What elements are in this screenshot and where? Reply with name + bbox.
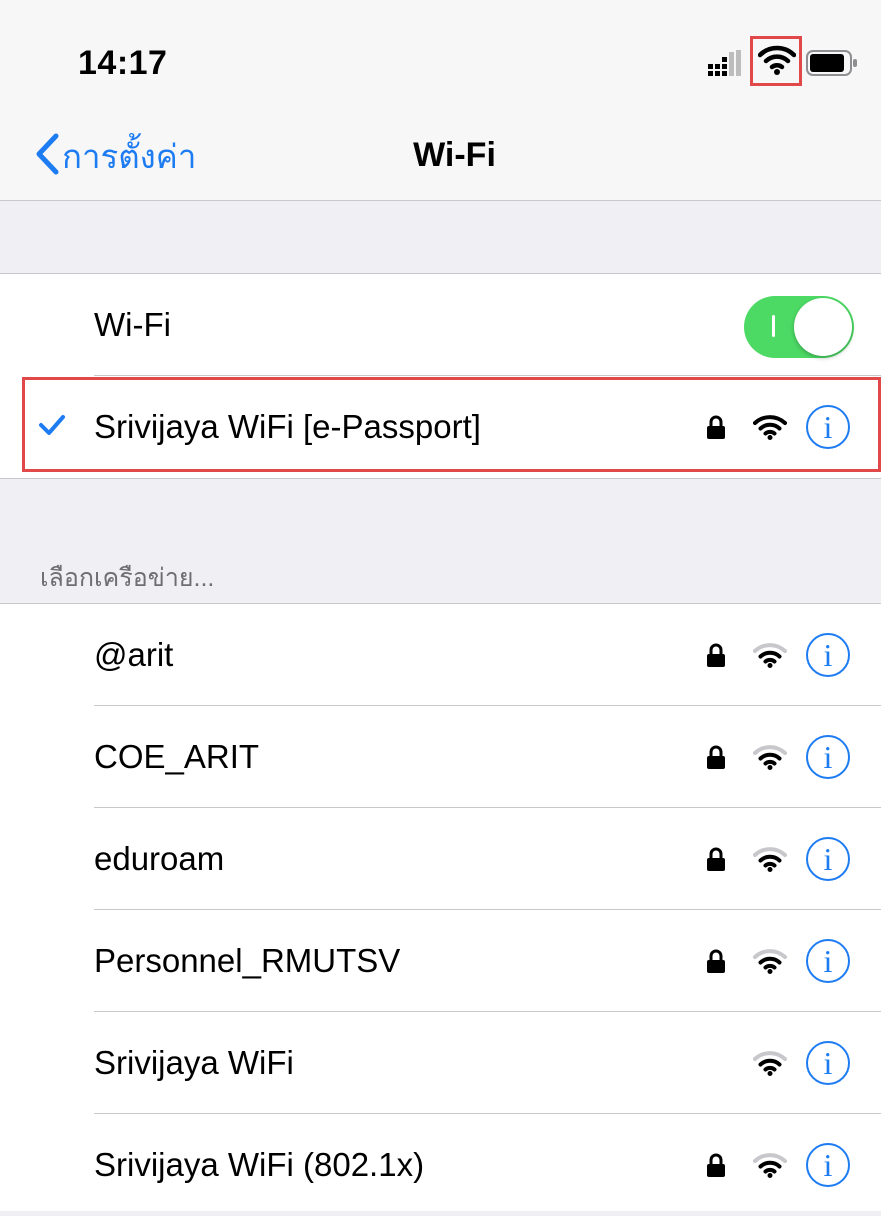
group-bottom-divider	[0, 478, 881, 479]
wifi-status-highlight	[750, 36, 802, 86]
network-name: @arit	[94, 636, 174, 673]
page-title: Wi-Fi	[413, 136, 496, 174]
choose-network-header: เลือกเครือข่าย...	[40, 564, 215, 592]
info-button[interactable]: i	[806, 735, 850, 779]
wifi-signal-icon	[753, 846, 787, 877]
cellular-signal-icon	[706, 50, 748, 81]
connected-network-highlight	[22, 377, 881, 472]
wifi-toggle-label: Wi-Fi	[94, 306, 171, 343]
lock-icon	[706, 744, 726, 775]
lock-icon	[706, 642, 726, 673]
wifi-signal-icon	[753, 948, 787, 979]
status-time: 14:17	[78, 44, 168, 82]
network-list: @arit i COE_ARIT i eduroam i Personnel_RMUTSV i…	[0, 604, 881, 1211]
network-name: eduroam	[94, 840, 225, 877]
network-row[interactable]: Personnel_RMUTSV i	[0, 910, 881, 1012]
wifi-toggle-row: Wi-Fi	[0, 274, 881, 376]
status-bar: 14:17	[0, 0, 881, 110]
toggle-knob	[794, 298, 852, 356]
network-row[interactable]: Srivijaya WiFi (802.1x) i	[0, 1114, 881, 1216]
network-row[interactable]: eduroam i	[0, 808, 881, 910]
info-button[interactable]: i	[806, 1041, 850, 1085]
network-name: Personnel_RMUTSV	[94, 942, 401, 979]
wifi-signal-icon	[753, 642, 787, 673]
network-row[interactable]: @arit i	[0, 604, 881, 706]
wifi-signal-icon	[753, 1152, 787, 1183]
network-row[interactable]: COE_ARIT i	[0, 706, 881, 808]
info-button[interactable]: i	[806, 939, 850, 983]
info-button[interactable]: i	[806, 1143, 850, 1187]
navigation-bar: การตั้งค่า Wi-Fi	[0, 110, 881, 201]
network-name: Srivijaya WiFi (802.1x)	[94, 1146, 425, 1183]
wifi-signal-icon	[753, 1050, 787, 1081]
network-name: COE_ARIT	[94, 738, 260, 775]
network-name: Srivijaya WiFi	[94, 1044, 294, 1081]
info-button[interactable]: i	[806, 633, 850, 677]
battery-icon	[806, 50, 860, 81]
wifi-signal-icon	[753, 744, 787, 775]
lock-icon	[706, 948, 726, 979]
lock-icon	[706, 846, 726, 877]
wifi-toggle-switch[interactable]	[744, 296, 854, 358]
info-button[interactable]: i	[806, 837, 850, 881]
toggle-on-mark	[772, 315, 775, 337]
lock-icon	[706, 1152, 726, 1183]
network-row[interactable]: Srivijaya WiFi i	[0, 1012, 881, 1114]
